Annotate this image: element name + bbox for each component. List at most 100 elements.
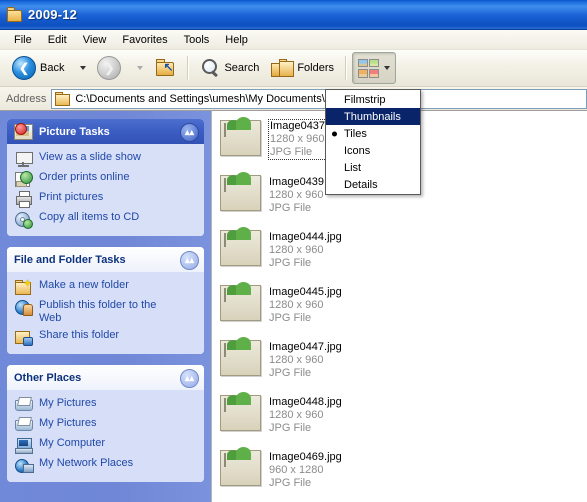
file-name: Image0447.jpg [269,341,342,353]
place-my-network-places[interactable]: My Network Places [7,455,204,475]
file-item[interactable]: Image0448.jpg 1280 x 960 JPG File [216,392,396,447]
slideshow-icon [15,151,33,167]
panel-title: File and Folder Tasks [14,253,126,266]
view-menu-label: Details [344,178,378,191]
panel-title: Picture Tasks [39,125,110,138]
views-dropdown-menu: Filmstrip Thumbnails Tiles Icons List De… [325,89,421,195]
chevron-down-icon [80,66,87,70]
view-menu-label: List [344,161,362,174]
toolbar-separator [345,56,348,80]
my-network-places-icon [15,457,34,473]
panel-picture-tasks: Picture Tasks ▴▴ View as a slide show Or… [7,119,204,236]
view-menu-item-list[interactable]: List [326,159,420,176]
back-label: Back [40,62,65,74]
menu-view[interactable]: View [75,32,115,48]
image-thumbnail-icon [220,282,261,321]
forward-arrow-icon: ❯ [97,56,122,80]
file-name: Image0448.jpg [269,396,342,408]
task-label: Make a new folder [39,279,129,291]
file-item[interactable]: Image0444.jpg 1280 x 960 JPG File [216,227,396,282]
view-menu-item-details[interactable]: Details [326,176,420,193]
task-make-a-new-folder[interactable]: ✦ Make a new folder [7,277,204,297]
file-dimensions: 1280 x 960 [269,409,324,421]
up-one-level-button[interactable]: ↖ [148,52,182,84]
task-label: Copy all items to CD [39,211,140,223]
file-dimensions: 1280 x 960 [269,244,324,256]
view-menu-item-tiles[interactable]: Tiles [326,125,420,142]
menu-tools[interactable]: Tools [176,32,218,48]
image-thumbnail-icon [220,447,261,486]
magnifier-icon [200,58,220,78]
file-item[interactable]: Image0447.jpg 1280 x 960 JPG File [216,337,396,392]
file-type: JPG File [269,422,312,434]
panel-body-file-and-folder-tasks: ✦ Make a new folder Publish this folder … [7,272,204,354]
task-label: My Pictures [39,417,97,429]
panel-body-other-places: My Pictures My Pictures My Computer My N… [7,390,204,482]
share-folder-icon [15,329,33,346]
view-menu-item-icons[interactable]: Icons [326,142,420,159]
order-prints-icon [15,171,33,187]
task-copy-all-items-to-cd[interactable]: Copy all items to CD [7,209,204,229]
toolbar: ❮ Back ❯ ↖ Search Folders [0,50,587,87]
picture-tasks-icon [14,123,33,140]
file-name: Image0469.jpg [269,451,342,463]
folders-label: Folders [297,62,335,74]
address-label: Address [6,92,47,105]
place-my-pictures-1[interactable]: My Pictures [7,395,204,415]
file-type: JPG File [269,312,312,324]
task-share-this-folder[interactable]: Share this folder [7,327,204,347]
chevron-up-icon[interactable]: ▴▴ [180,123,199,142]
view-menu-item-thumbnails[interactable]: Thumbnails [326,108,420,125]
view-menu-label: Thumbnails [344,110,401,123]
search-label: Search [224,62,260,74]
chevron-up-icon[interactable]: ▴▴ [180,251,199,270]
folder-icon [6,7,22,22]
place-my-computer[interactable]: My Computer [7,435,204,455]
address-input[interactable]: C:\Documents and Settings\umesh\My Docum… [51,88,587,109]
explorer-window: 2009-12 File Edit View Favorites Tools H… [0,0,587,502]
file-type: JPG File [269,202,312,214]
views-button[interactable] [352,52,397,84]
new-folder-icon: ✦ [15,279,32,295]
task-view-as-slide-show[interactable]: View as a slide show [7,149,204,169]
file-name: Image0445.jpg [269,286,342,298]
forward-dropdown-button[interactable] [127,52,148,84]
panel-header-other-places[interactable]: Other Places ▴▴ [7,365,204,390]
my-computer-icon [15,437,33,454]
radio-bullet-icon [332,131,337,136]
task-order-prints-online[interactable]: Order prints online [7,169,204,189]
file-item[interactable]: Image0469.jpg 960 x 1280 JPG File [216,447,396,502]
task-label: My Computer [39,437,106,449]
image-thumbnail-icon [220,117,261,156]
image-thumbnail-icon [220,392,261,431]
back-dropdown-button[interactable] [70,52,91,84]
file-item[interactable]: Image0445.jpg 1280 x 960 JPG File [216,282,396,337]
task-publish-this-folder-to-the-web[interactable]: Publish this folder to the Web [7,297,204,327]
folders-icon [271,59,295,77]
file-type: JPG File [269,257,312,269]
menu-favorites[interactable]: Favorites [114,32,175,48]
view-menu-item-filmstrip[interactable]: Filmstrip [326,91,420,108]
menu-edit[interactable]: Edit [40,32,75,48]
menu-bar: File Edit View Favorites Tools Help [0,30,587,50]
search-button[interactable]: Search [194,52,265,84]
menu-help[interactable]: Help [217,32,256,48]
panel-header-picture-tasks[interactable]: Picture Tasks ▴▴ [7,119,204,144]
forward-button[interactable]: ❯ [91,52,127,84]
task-label: Print pictures [39,191,104,203]
window-title: 2009-12 [28,7,78,22]
place-my-pictures-2[interactable]: My Pictures [7,415,204,435]
folders-button[interactable]: Folders [265,52,340,84]
back-button[interactable]: ❮ Back [6,52,70,84]
panel-header-file-and-folder-tasks[interactable]: File and Folder Tasks ▴▴ [7,247,204,272]
address-text: C:\Documents and Settings\umesh\My Docum… [75,92,334,105]
file-name: Image0444.jpg [269,231,342,243]
menu-file[interactable]: File [6,32,40,48]
publish-web-icon [15,299,33,316]
printer-icon [15,191,32,208]
task-print-pictures[interactable]: Print pictures [7,189,204,209]
view-menu-label: Icons [344,144,371,157]
chevron-up-icon[interactable]: ▴▴ [180,369,199,388]
my-pictures-icon [15,417,33,433]
title-bar: 2009-12 [0,0,587,30]
